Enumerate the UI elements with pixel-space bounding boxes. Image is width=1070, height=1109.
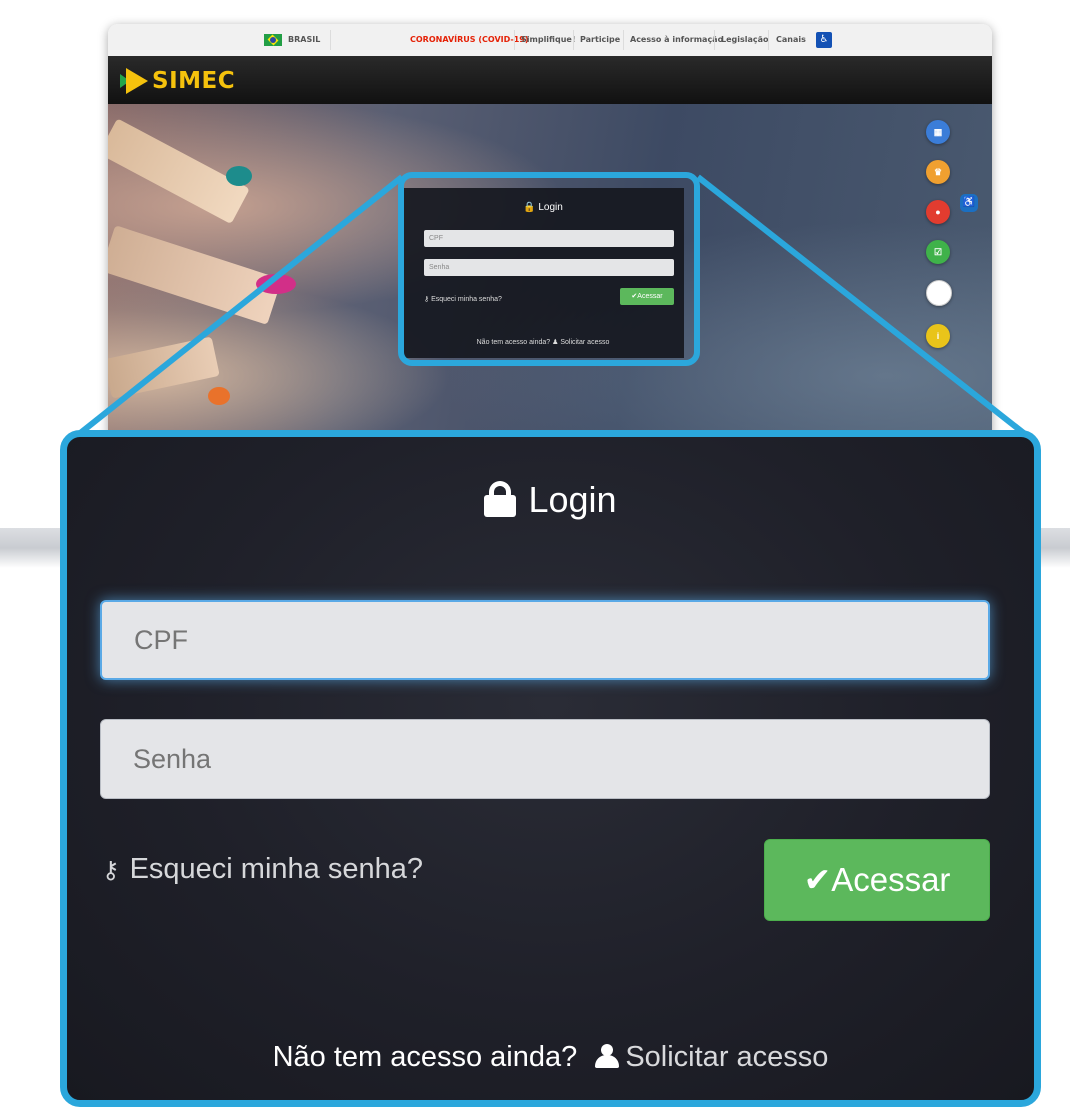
logo-text[interactable]: SIMEC [152,68,235,94]
app-header: SIMEC [108,56,992,104]
divider [514,30,515,50]
link-covid[interactable]: CORONAVÍRUS (COVID-19) [410,35,529,44]
login-panel-zoom: Login ⚷ Esqueci minha senha? ✔Acessar Não… [60,430,1041,1107]
country-label: BRASIL [288,35,321,44]
senha-input[interactable] [100,719,990,799]
cpf-input[interactable] [100,600,990,680]
pencil-tip-image [226,166,252,186]
link-participe[interactable]: Participe [580,35,620,44]
trophy-icon[interactable]: ♛ [926,160,950,184]
login-title-text: Login [528,479,617,520]
apps-icon[interactable]: ▦ [926,120,950,144]
user-icon [595,1044,620,1068]
link-simplifique[interactable]: Simplifique! [521,35,575,44]
lock-icon [484,481,517,517]
gov-bar: BRASIL CORONAVÍRUS (COVID-19) Simplifiqu… [108,24,992,56]
access-button[interactable]: ✔Acessar [764,839,990,921]
checkbox-icon[interactable]: ☑ [926,240,950,264]
accessibility-icon[interactable]: ♿ [816,32,832,48]
highlight-frame [398,172,700,366]
pencil-image [108,336,220,399]
request-access-link[interactable]: Solicitar acesso [625,1041,828,1073]
blank-icon[interactable] [926,280,952,306]
divider [330,30,331,50]
info-icon[interactable]: i [926,324,950,348]
divider [623,30,624,50]
pencil-tip-image [208,387,230,405]
chat-icon[interactable]: ● [926,200,950,224]
accessibility-float-icon[interactable]: ♿ [960,194,978,212]
divider [714,30,715,50]
logo-arrow-icon [126,68,148,94]
forgot-password-link[interactable]: ⚷ Esqueci minha senha? [102,853,423,886]
link-acesso-informacao[interactable]: Acesso à informação [630,35,723,44]
divider [768,30,769,50]
forgot-password-text: Esqueci minha senha? [129,853,423,885]
request-access-row: Não tem acesso ainda? Solicitar acesso [67,1041,1034,1074]
link-canais[interactable]: Canais [776,35,806,44]
pencil-image [108,225,282,325]
pencil-tip-image [256,274,296,294]
key-icon: ⚷ [102,857,120,884]
no-access-text: Não tem acesso ainda? [272,1041,578,1073]
brazil-flag-icon [264,34,282,46]
access-button-label: Acessar [831,861,951,898]
divider [573,30,574,50]
link-legislacao[interactable]: Legislação [721,35,769,44]
check-icon: ✔ [803,861,832,898]
login-title: Login [67,479,1034,521]
